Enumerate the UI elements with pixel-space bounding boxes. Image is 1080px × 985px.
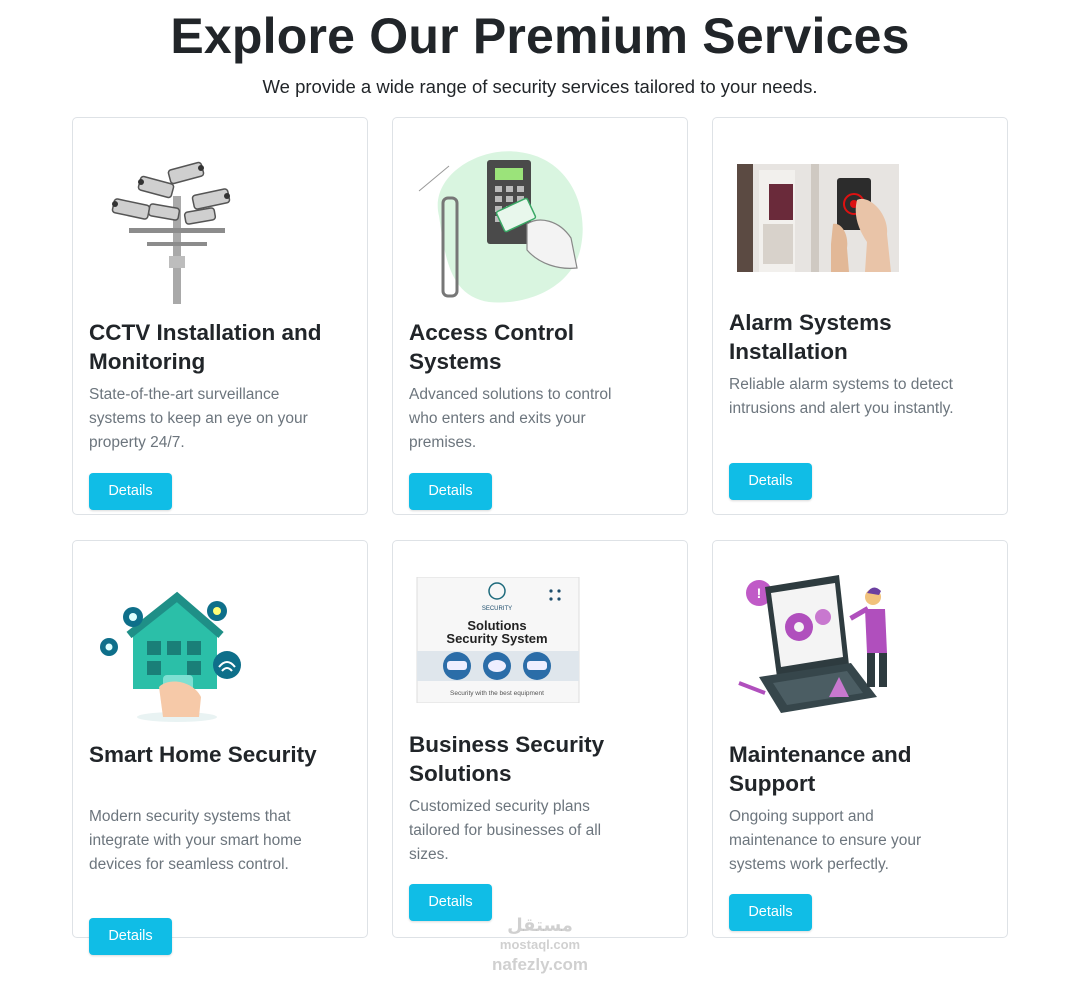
card-title: Access Control Systems (409, 320, 575, 374)
keypad-access-image (409, 146, 591, 306)
page-title: Explore Our Premium Services (170, 8, 910, 64)
details-button[interactable]: Details (729, 463, 812, 500)
card-title: CCTV Installation and Monitoring (89, 320, 322, 374)
page-subtitle: We provide a wide range of security serv… (262, 76, 818, 97)
cctv-cameras-image (89, 156, 271, 304)
svg-text:!: ! (757, 585, 762, 601)
card-description: Customized security plans tailored for b… (409, 798, 602, 863)
card-title: Alarm Systems Installation (729, 310, 892, 364)
card-title: Maintenance and Support (729, 742, 912, 796)
watermark-line-1: مستقل (507, 915, 573, 935)
details-button[interactable]: Details (89, 473, 172, 510)
watermark-line-3: nafezly.com (491, 955, 589, 974)
banner-caption: Security with the best equipment (450, 690, 544, 697)
service-card-cctv: CCTV Installation and Monitoring State-o… (72, 117, 368, 515)
banner-line-2: Security System (446, 631, 547, 646)
service-card-smart-home: Smart Home Security Modern security syst… (72, 540, 368, 955)
alarm-panel-photo (729, 164, 911, 272)
card-description: Modern security systems that integrate w… (89, 808, 302, 873)
business-security-banner: SECURITY Solutions Security System Secur… (409, 577, 591, 703)
card-description: State-of-the-art surveillance systems to… (89, 386, 308, 451)
smart-home-image (89, 577, 271, 725)
service-card-business: SECURITY Solutions Security System Secur… (392, 540, 688, 938)
card-description: Advanced solutions to control who enters… (409, 386, 612, 451)
details-button[interactable]: Details (89, 918, 172, 955)
maintenance-laptop-image: ! (729, 573, 911, 723)
service-card-alarm: Alarm Systems Installation Reliable alar… (712, 117, 1008, 515)
card-description: Ongoing support and maintenance to ensur… (729, 808, 922, 873)
banner-badge: SECURITY (482, 606, 512, 612)
watermark: مستقل mostaql.com nafezly.com (470, 915, 610, 975)
details-button[interactable]: Details (729, 894, 812, 931)
card-description: Reliable alarm systems to detect intrusi… (729, 376, 954, 417)
details-button[interactable]: Details (409, 473, 492, 510)
card-title: Smart Home Security (89, 742, 317, 767)
service-card-maintenance: ! Maintenance and Support Ongoing suppor… (712, 540, 1008, 938)
watermark-line-2: mostaql.com (499, 937, 581, 952)
service-card-access-control: Access Control Systems Advanced solution… (392, 117, 688, 515)
card-title: Business Security Solutions (409, 732, 605, 786)
